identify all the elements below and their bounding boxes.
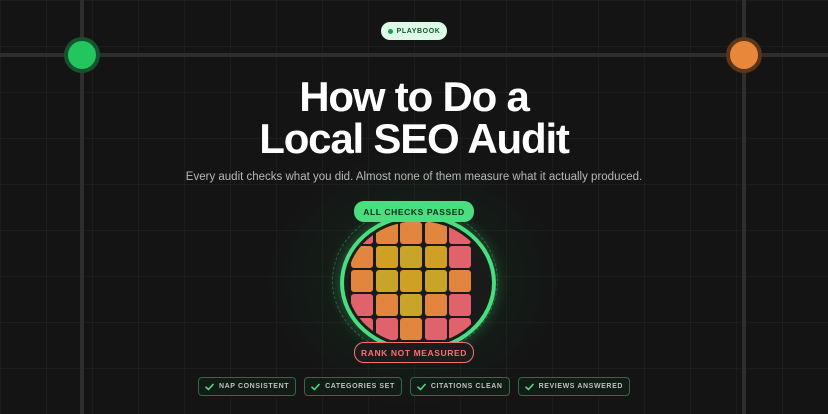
check-pill-label: REVIEWS ANSWERED: [538, 383, 623, 390]
grid-cell: [424, 318, 447, 340]
grid-cell: [375, 318, 398, 340]
grid-cell: [351, 318, 373, 340]
grid-cell: [400, 222, 422, 244]
playbook-badge: PLAYBOOK: [381, 22, 447, 40]
playbook-badge-label: PLAYBOOK: [396, 27, 441, 35]
title-line-1: How to Do a: [299, 73, 530, 120]
grid-cell: [400, 318, 422, 340]
checks-row: NAP CONSISTENT CATEGORIES SET CITATIONS CL…: [0, 377, 828, 396]
check-pill: CITATIONS CLEAN: [409, 377, 510, 396]
status-dot-icon: [387, 28, 393, 34]
rank-grid: [347, 221, 489, 345]
grid-cell: [424, 246, 447, 268]
grid-cell: [375, 294, 398, 316]
grid-cell: [400, 246, 422, 268]
grid-cell: [351, 246, 373, 268]
checkmark-icon: [524, 383, 534, 391]
checkmark-icon: [417, 383, 426, 391]
checkmark-icon: [311, 383, 320, 391]
page-subtitle: Every audit checks what you did. Almost …: [185, 171, 643, 183]
grid-cell: [424, 270, 447, 292]
grid-cell: [424, 294, 447, 316]
check-pill-label: CITATIONS CLEAN: [430, 383, 503, 390]
check-pill: CATEGORIES SET: [304, 377, 402, 396]
grid-cell: [375, 270, 398, 292]
grid-cell: [400, 270, 422, 292]
green-node-icon: [64, 37, 100, 73]
orange-node-icon: [726, 37, 762, 73]
grid-cell: [351, 270, 373, 292]
grid-cell: [424, 222, 447, 244]
rank-not-measured-badge: RANK NOT MEASURED: [354, 342, 474, 363]
horizontal-rail: [0, 53, 828, 57]
grid-cell: [375, 222, 398, 244]
check-pill-label: NAP CONSISTENT: [218, 383, 290, 390]
grid-cell: [375, 246, 398, 268]
checkmark-icon: [205, 383, 214, 391]
all-checks-passed-badge: ALL CHECKS PASSED: [354, 201, 474, 222]
grid-cell: [449, 222, 471, 244]
grid-cell: [400, 294, 422, 316]
check-pill-label: CATEGORIES SET: [325, 383, 395, 390]
grid-cell: [351, 294, 373, 316]
grid-cell: [351, 222, 373, 244]
grid-cell: [449, 318, 471, 340]
check-pill: NAP CONSISTENT: [197, 377, 297, 396]
grid-cell: [449, 246, 471, 268]
rank-grid-cells: [351, 222, 471, 340]
grid-cell: [449, 294, 471, 316]
grid-cell: [449, 270, 471, 292]
title-line-2: Local SEO Audit: [259, 115, 570, 162]
page-title: How to Do a Local SEO Audit: [0, 76, 828, 160]
check-pill: REVIEWS ANSWERED: [517, 377, 630, 396]
